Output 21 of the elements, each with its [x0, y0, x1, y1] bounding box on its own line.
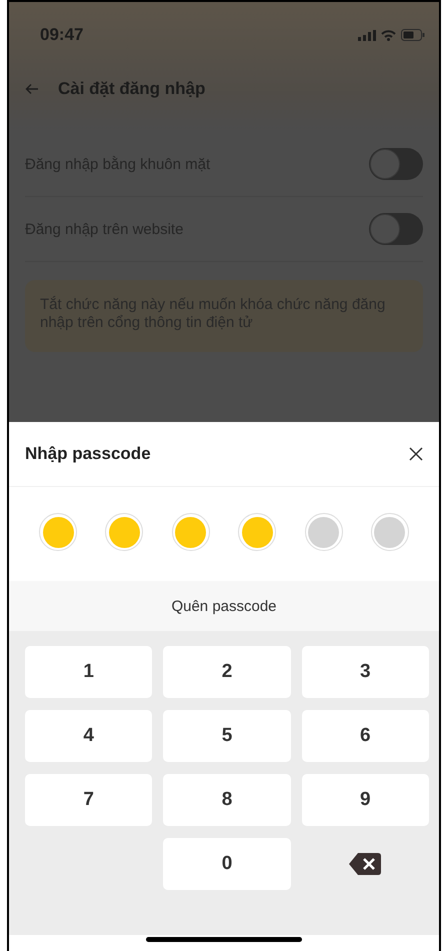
toggle-switch[interactable] [369, 213, 423, 245]
battery-icon [401, 29, 425, 41]
digit-key[interactable]: 6 [302, 710, 429, 762]
status-time: 09:47 [40, 25, 84, 45]
digit-key[interactable]: 8 [163, 774, 291, 826]
digit-key[interactable]: 9 [302, 774, 429, 826]
digit-key[interactable]: 5 [163, 710, 291, 762]
sheet-title: Nhập passcode [25, 444, 151, 464]
digit-key[interactable]: 2 [163, 646, 291, 698]
digit-key[interactable]: 1 [25, 646, 152, 698]
forgot-passcode-link[interactable]: Quên passcode [171, 598, 277, 614]
toggle-switch[interactable] [369, 148, 423, 180]
digit-key[interactable]: 4 [25, 710, 152, 762]
digit-key[interactable]: 7 [25, 774, 152, 826]
wifi-icon [381, 30, 396, 40]
digit-key[interactable]: 0 [163, 838, 291, 890]
back-icon[interactable] [25, 83, 39, 95]
close-icon[interactable] [409, 447, 423, 461]
backspace-icon[interactable] [349, 853, 382, 875]
signal-icon [358, 30, 376, 40]
digit-key[interactable]: 3 [302, 646, 429, 698]
